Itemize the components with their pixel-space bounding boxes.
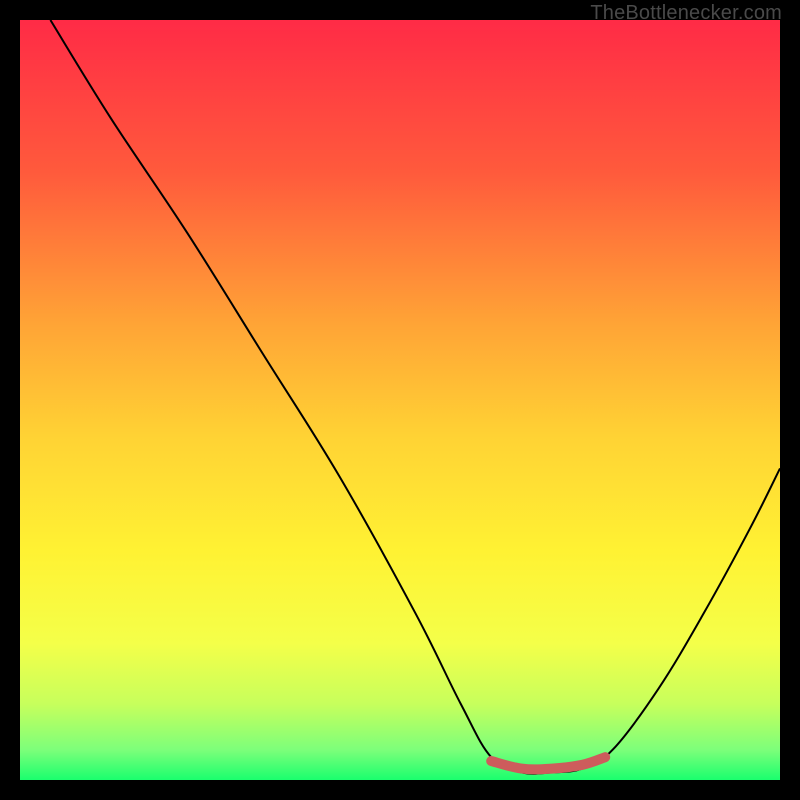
chart-svg [20, 20, 780, 780]
gradient-background [20, 20, 780, 780]
plot-area [20, 20, 780, 780]
chart-frame: TheBottlenecker.com [0, 0, 800, 800]
